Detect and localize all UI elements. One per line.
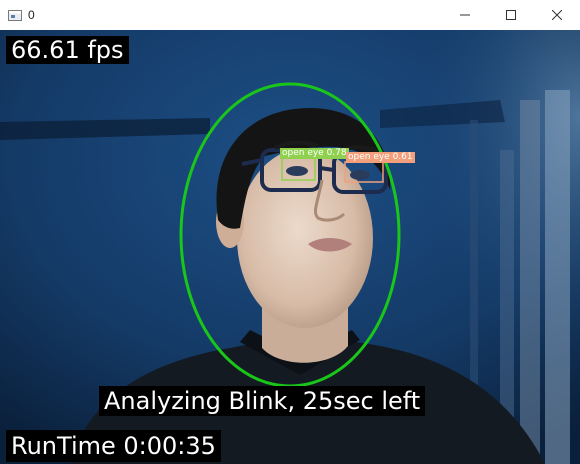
maximize-icon bbox=[506, 10, 516, 20]
window-title: 0 bbox=[28, 8, 35, 22]
runtime-display: RunTime 0:00:35 bbox=[6, 430, 221, 462]
wall-panel bbox=[545, 90, 570, 464]
left-eye bbox=[286, 166, 308, 176]
right-eye bbox=[350, 170, 370, 180]
fps-counter: 66.61 fps bbox=[6, 36, 129, 64]
eye-detection-label: open eye 0.61 bbox=[346, 152, 415, 163]
camera-feed: open eye 0.78 open eye 0.61 66.61 fps An… bbox=[0, 30, 580, 464]
title-bar[interactable]: 0 bbox=[0, 0, 580, 31]
app-icon bbox=[8, 9, 22, 21]
window-controls bbox=[442, 0, 580, 30]
maximize-button[interactable] bbox=[488, 0, 534, 30]
close-button[interactable] bbox=[534, 0, 580, 30]
wall-panel bbox=[520, 100, 540, 464]
blink-status: Analyzing Blink, 25sec left bbox=[99, 386, 426, 416]
close-icon bbox=[552, 10, 562, 20]
eye-detection-label: open eye 0.78 bbox=[280, 148, 349, 159]
app-window: 0 open eye 0.78 open eye 0.61 66.61 fps … bbox=[0, 0, 580, 464]
minimize-button[interactable] bbox=[442, 0, 488, 30]
minimize-icon bbox=[460, 14, 470, 16]
